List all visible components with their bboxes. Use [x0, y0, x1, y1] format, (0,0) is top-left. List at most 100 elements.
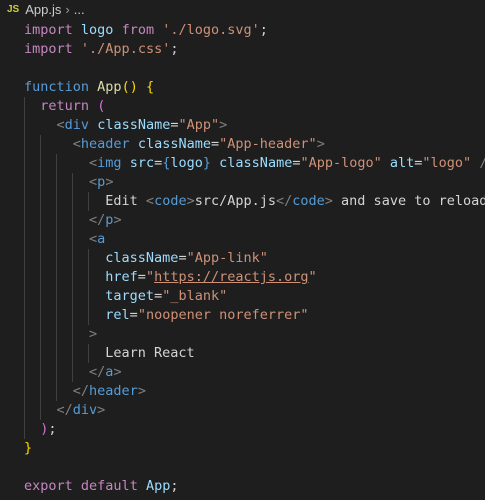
code-token: } — [24, 440, 33, 456]
code-token: Learn React — [105, 345, 195, 361]
code-line[interactable]: <p> — [24, 173, 113, 192]
code-token: " — [145, 269, 155, 285]
code-line[interactable]: import logo from './logo.svg'; — [24, 21, 268, 40]
code-line[interactable]: <div className="App"> — [24, 116, 228, 135]
code-token: code — [154, 193, 187, 209]
code-token: App — [97, 79, 122, 95]
code-token: './App.css' — [80, 41, 171, 57]
code-token: () — [121, 79, 138, 95]
code-token: ; — [170, 478, 179, 494]
code-token: = — [129, 307, 138, 323]
code-line[interactable]: </p> — [24, 211, 122, 230]
code-line[interactable]: </header> — [24, 382, 146, 401]
code-token: code — [292, 193, 325, 209]
breadcrumb-symbols[interactable]: ... — [74, 2, 85, 17]
code-token: "App" — [178, 117, 220, 133]
code-token: </ — [72, 383, 90, 399]
code-token: < — [72, 136, 81, 152]
code-line[interactable]: </div> — [24, 401, 106, 420]
code-token: > — [105, 174, 114, 190]
breadcrumb: JS App.js › ... — [0, 0, 485, 18]
code-token: > — [219, 117, 228, 133]
code-line[interactable]: import './App.css'; — [24, 40, 178, 59]
code-token: import — [24, 41, 73, 57]
breadcrumb-file[interactable]: App.js — [25, 2, 61, 17]
code-token: > — [89, 326, 98, 342]
code-editor[interactable]: import logo from './logo.svg'; import './… — [0, 21, 485, 500]
code-token: </ — [276, 193, 293, 209]
code-line[interactable]: function App() { — [24, 78, 154, 97]
code-line[interactable]: Learn React — [24, 344, 195, 363]
code-token: Edit — [105, 193, 146, 209]
code-token: ; — [170, 41, 179, 57]
code-line[interactable]: > — [24, 325, 97, 344]
code-token: </ — [89, 364, 106, 380]
code-token: "App-header" — [219, 136, 317, 152]
code-token: export — [24, 478, 73, 494]
code-line[interactable]: </a> — [24, 363, 122, 382]
code-line[interactable]: ); — [24, 420, 57, 439]
code-line[interactable]: <a — [24, 230, 105, 249]
code-token: > — [324, 193, 333, 209]
code-token: "App-logo" — [300, 155, 382, 171]
code-line[interactable]: className="App-link" — [24, 249, 268, 268]
code-token: { — [145, 79, 155, 95]
code-token: and save to reload. — [332, 193, 485, 209]
code-token: return — [40, 98, 90, 114]
code-token: target — [105, 288, 155, 304]
code-line[interactable]: <header className="App-header"> — [24, 135, 325, 154]
code-token: ; — [48, 421, 57, 437]
chevron-right-icon: › — [65, 1, 70, 17]
code-token: /> — [479, 155, 485, 171]
code-line[interactable]: rel="noopener noreferrer" — [24, 306, 309, 325]
code-token: className — [137, 136, 211, 152]
code-token: alt — [389, 155, 415, 171]
code-token: logo — [80, 22, 114, 38]
code-token: = — [211, 136, 220, 152]
code-token: = — [137, 269, 146, 285]
code-line[interactable]: <img src={logo} className="App-logo" alt… — [24, 154, 485, 173]
code-token: href — [105, 269, 138, 285]
code-token: App — [145, 478, 171, 494]
code-token: div — [64, 117, 90, 133]
code-line[interactable]: target="_blank" — [24, 287, 227, 306]
code-token: src — [129, 155, 155, 171]
code-line[interactable]: } — [24, 439, 32, 458]
code-token: className — [219, 155, 293, 171]
code-line[interactable]: Edit <code>src/App.js</code> and save to… — [24, 192, 485, 211]
code-line[interactable]: href="https://reactjs.org" — [24, 268, 316, 287]
code-token: "_blank" — [162, 288, 228, 304]
code-token: "noopener noreferrer" — [137, 307, 309, 323]
code-token: "logo" — [422, 155, 472, 171]
code-token: function — [24, 79, 90, 95]
code-token: > — [137, 383, 146, 399]
javascript-file-icon: JS — [7, 3, 20, 15]
code-token: > — [113, 212, 122, 228]
code-token: < — [56, 117, 65, 133]
code-token: header — [80, 136, 130, 152]
code-token: < — [89, 174, 98, 190]
code-token: > — [186, 193, 195, 209]
code-token: < — [89, 155, 98, 171]
code-line[interactable]: export default App; — [24, 477, 179, 496]
code-token: "App-link" — [186, 250, 268, 266]
code-line[interactable]: return ( — [24, 97, 105, 116]
